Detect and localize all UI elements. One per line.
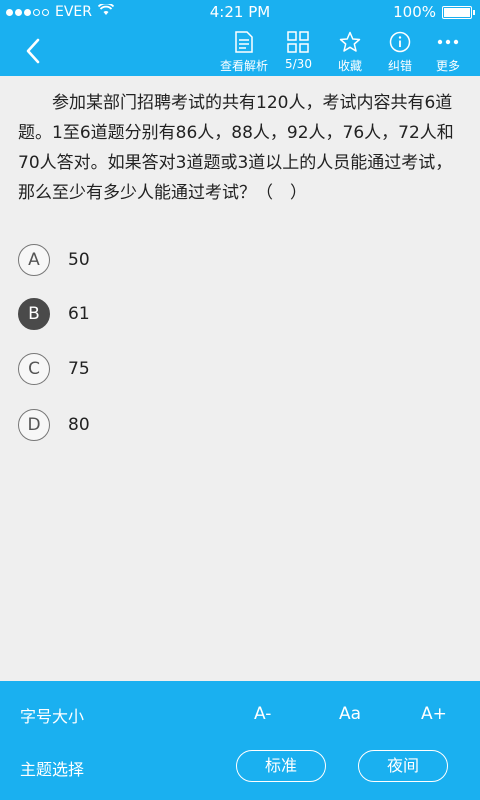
info-icon (388, 30, 412, 54)
status-bar: EVER 4:21 PM 100% (0, 0, 480, 24)
option-d[interactable]: D 80 (18, 408, 90, 442)
option-c-badge: C (18, 353, 50, 385)
question-text-block: 参加某部门招聘考试的共有120人，考试内容共有6道题。1至6道题分别有86人，8… (18, 88, 464, 208)
favorite-label: 收藏 (338, 59, 363, 73)
battery-icon (442, 5, 475, 19)
question-index-button[interactable]: 5/30 (285, 30, 312, 74)
top-toolbar: 查看解析 5/30 收藏 纠错 更多 (0, 24, 480, 76)
theme-label: 主题选择 (20, 760, 85, 779)
reading-settings-panel: 字号大小 A- Aa A+ 主题选择 标准 夜间 (0, 681, 480, 800)
grid-icon (286, 30, 310, 54)
font-smaller-button[interactable]: A- (254, 704, 271, 724)
question-text: 参加某部门招聘考试的共有120人，考试内容共有6道题。1至6道题分别有86人，8… (18, 93, 454, 203)
option-a[interactable]: A 50 (18, 243, 90, 277)
font-larger-button[interactable]: A+ (421, 704, 447, 724)
more-icon (436, 30, 460, 54)
option-b-badge: B (18, 298, 50, 330)
report-error-button[interactable]: 纠错 (388, 30, 412, 74)
view-analysis-button[interactable]: 查看解析 (220, 30, 268, 74)
option-c[interactable]: C 75 (18, 352, 90, 386)
question-index-label: 5/30 (285, 57, 312, 71)
theme-night-button[interactable]: 夜间 (358, 750, 448, 782)
document-icon (232, 30, 256, 54)
favorite-button[interactable]: 收藏 (338, 30, 362, 74)
option-d-badge: D (18, 409, 50, 441)
back-button[interactable] (18, 34, 48, 68)
more-label: 更多 (436, 59, 461, 73)
more-button[interactable]: 更多 (436, 30, 460, 74)
font-size-label: 字号大小 (20, 707, 85, 726)
option-d-text: 80 (68, 415, 90, 435)
theme-standard-button[interactable]: 标准 (236, 750, 326, 782)
option-b[interactable]: B 61 (18, 297, 90, 331)
font-medium-button[interactable]: Aa (339, 704, 361, 724)
report-error-label: 纠错 (388, 59, 413, 73)
option-a-badge: A (18, 244, 50, 276)
battery-status: 100% (393, 3, 475, 21)
option-c-text: 75 (68, 359, 90, 379)
view-analysis-label: 查看解析 (220, 59, 269, 73)
battery-percent: 100% (393, 3, 436, 21)
star-icon (338, 30, 362, 54)
option-a-text: 50 (68, 250, 90, 270)
option-b-text: 61 (68, 304, 90, 324)
chevron-left-icon (26, 38, 40, 64)
